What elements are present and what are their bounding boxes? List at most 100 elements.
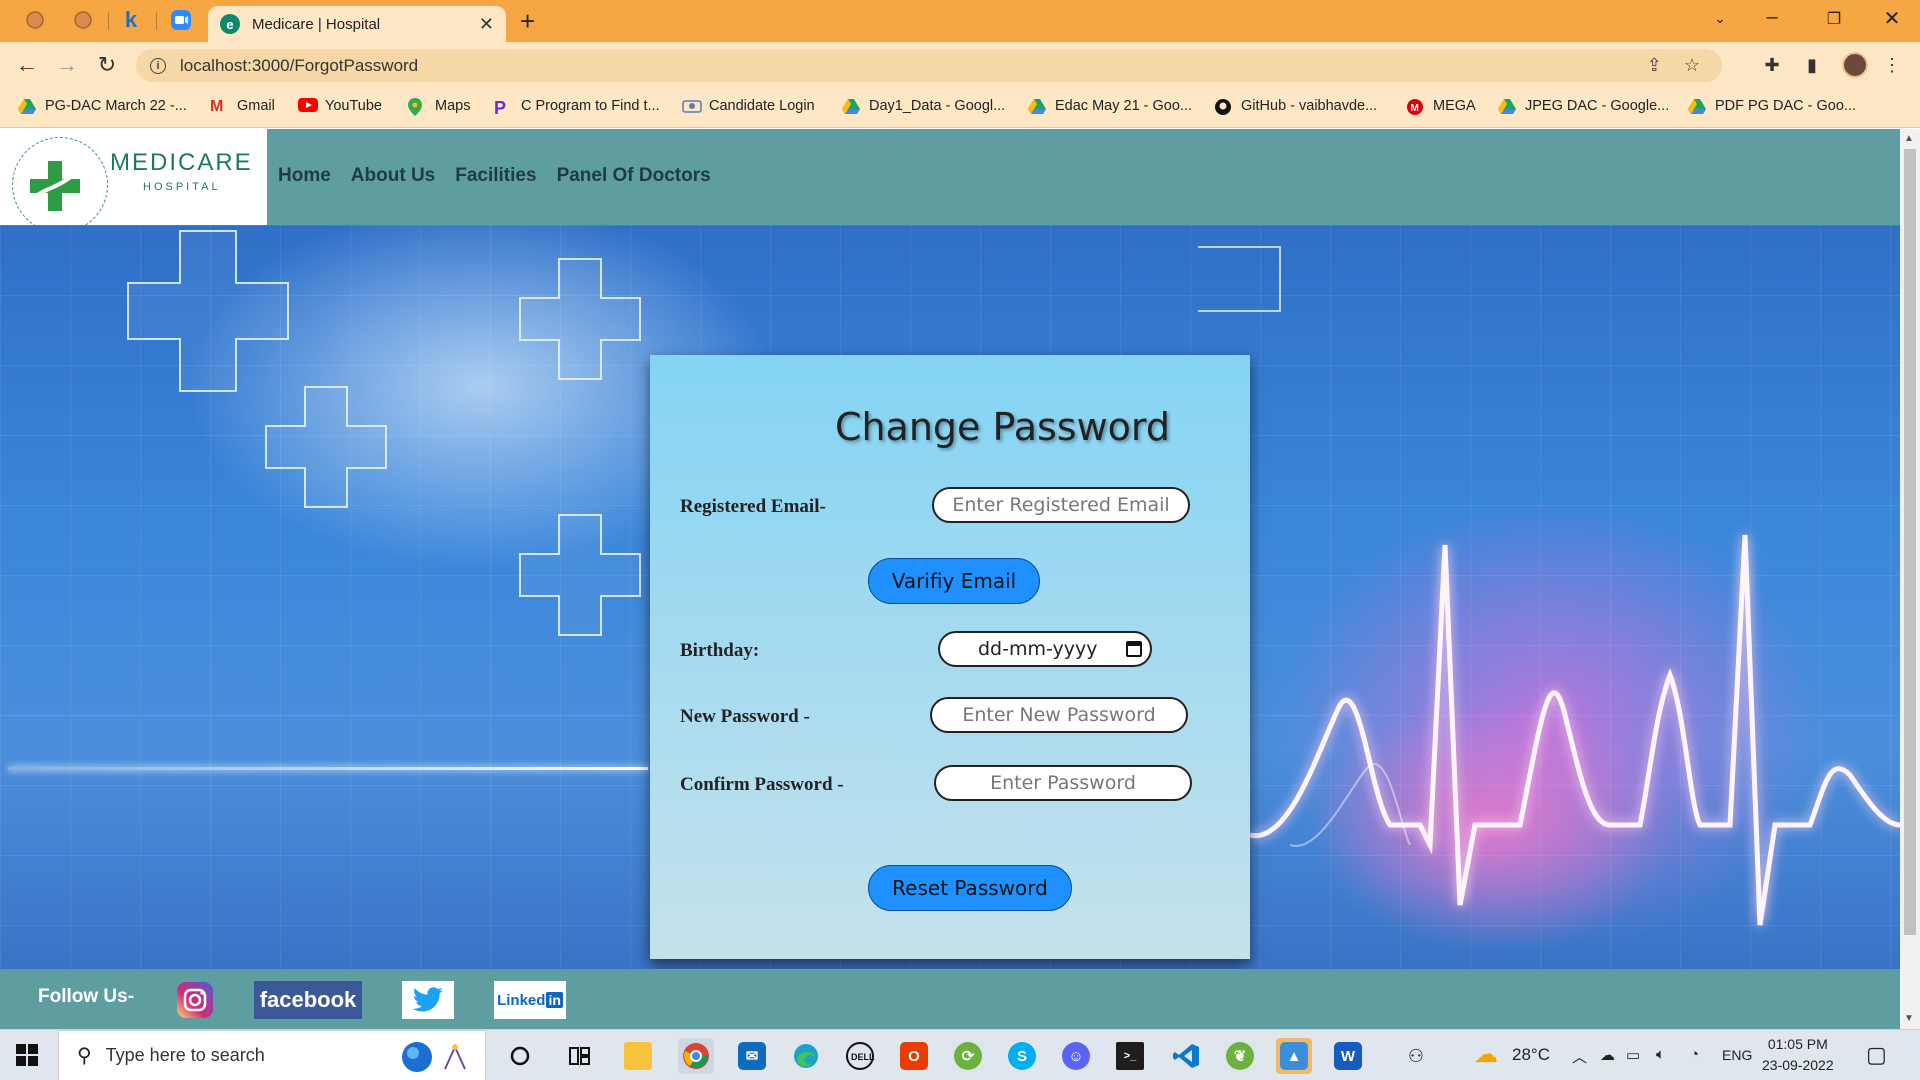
back-arrow-icon[interactable]: ← xyxy=(12,50,42,80)
page-scrollbar[interactable]: ▲ ▼ xyxy=(1900,129,1920,1029)
volume-icon[interactable]: 🔈︎ xyxy=(1656,1046,1665,1063)
window-close-icon[interactable]: ✕ xyxy=(1872,6,1912,31)
hero-background: Change Password Registered Email- Enter … xyxy=(0,225,1900,969)
battery-icon[interactable]: ▭ xyxy=(1626,1046,1640,1064)
input-language[interactable]: ENG xyxy=(1722,1047,1752,1063)
office-icon[interactable]: O xyxy=(896,1038,932,1074)
bookmark-item[interactable]: Day1_Data - Googl... xyxy=(842,98,1005,114)
onedrive-icon[interactable]: ☁ xyxy=(1600,1046,1615,1064)
mail-icon[interactable]: ✉ xyxy=(734,1038,770,1074)
bookmark-item[interactable]: PDF PG DAC - Goo... xyxy=(1688,98,1856,114)
url-text[interactable]: localhost:3000/ForgotPassword xyxy=(180,56,1647,76)
address-bar[interactable]: i localhost:3000/ForgotPassword ⇪ ☆ xyxy=(136,49,1722,82)
scroll-up-arrow-icon[interactable]: ▲ xyxy=(1904,133,1914,144)
reload-icon[interactable]: ↻ xyxy=(92,50,122,80)
task-view-icon[interactable] xyxy=(562,1038,598,1074)
bookmark-label: MEGA xyxy=(1433,98,1476,114)
nav-about-us[interactable]: About Us xyxy=(351,165,435,187)
confirm-password-input[interactable]: Enter Password xyxy=(934,765,1192,801)
spring-boot-icon[interactable]: ❦ xyxy=(1222,1038,1258,1074)
new-tab-icon[interactable]: + xyxy=(520,8,535,34)
registered-email-label: Registered Email- xyxy=(680,496,826,517)
edge-icon[interactable] xyxy=(788,1038,824,1074)
file-explorer-icon[interactable] xyxy=(620,1038,656,1074)
birthday-date-input[interactable]: dd-mm-yyyy xyxy=(938,631,1152,667)
discord-icon[interactable]: ☺ xyxy=(1058,1038,1094,1074)
bookmark-item[interactable]: M Gmail xyxy=(210,98,275,115)
spring-tool-icon[interactable]: ⟳ xyxy=(950,1038,986,1074)
twitter-icon[interactable] xyxy=(402,981,454,1019)
scroll-down-arrow-icon[interactable]: ▼ xyxy=(1904,1013,1914,1024)
pinned-tab-icon[interactable] xyxy=(24,9,46,31)
hospital-logo[interactable]: MEDICARE HOSPITAL xyxy=(0,129,267,233)
side-panel-icon[interactable]: ▮ xyxy=(1800,53,1824,77)
bookmark-item[interactable]: PG-DAC March 22 -... xyxy=(18,98,187,114)
nav-home[interactable]: Home xyxy=(278,165,331,187)
profile-avatar[interactable] xyxy=(1842,52,1868,78)
instagram-icon[interactable] xyxy=(176,981,214,1019)
linkedin-link[interactable]: Linked in xyxy=(494,981,566,1019)
calendar-icon[interactable] xyxy=(1126,641,1142,657)
restore-icon[interactable]: ❐ xyxy=(1814,9,1854,29)
weather-icon[interactable]: ☁ xyxy=(1474,1040,1498,1069)
taskbar-clock[interactable]: 01:05 PM 23-09-2022 xyxy=(1762,1034,1834,1076)
confirm-password-label: Confirm Password - xyxy=(680,774,844,795)
bookmark-item[interactable]: P C Program to Find t... xyxy=(494,98,660,118)
chrome-taskbar-icon[interactable] xyxy=(678,1038,714,1074)
svg-text:M: M xyxy=(1411,103,1419,114)
browser-menu-icon[interactable]: ⋮ xyxy=(1880,53,1904,77)
nav-facilities[interactable]: Facilities xyxy=(455,165,536,187)
bookmark-star-icon[interactable]: ☆ xyxy=(1684,55,1700,76)
new-password-input[interactable]: Enter New Password xyxy=(930,697,1188,733)
photos-icon[interactable]: ▲ xyxy=(1276,1038,1312,1074)
windows-start-icon[interactable] xyxy=(16,1044,38,1066)
tray-chevron-up-icon[interactable]: ︿ xyxy=(1572,1046,1587,1067)
nav-panel-of-doctors[interactable]: Panel Of Doctors xyxy=(557,165,711,187)
svg-text:DELL: DELL xyxy=(851,1052,875,1062)
reset-password-button[interactable]: Reset Password xyxy=(868,865,1072,911)
site-info-icon[interactable]: i xyxy=(150,57,166,74)
minimize-icon[interactable]: – xyxy=(1752,6,1792,29)
bookmark-item[interactable]: GitHub - vaibhavde... xyxy=(1214,98,1377,115)
word-icon[interactable]: W xyxy=(1330,1038,1366,1074)
k-app-tab-icon[interactable]: k xyxy=(120,7,142,32)
web-page: MEDICARE HOSPITAL Home About Us Faciliti… xyxy=(0,129,1900,1029)
wifi-icon[interactable]: ◔ xyxy=(1690,1046,1699,1063)
follow-us-label: Follow Us- xyxy=(38,986,135,1007)
cortana-icon[interactable] xyxy=(502,1038,538,1074)
share-icon[interactable]: ⇪ xyxy=(1647,55,1662,76)
facebook-link[interactable]: facebook xyxy=(254,981,362,1019)
bookmark-label: Candidate Login xyxy=(709,98,815,114)
tab-search-chevron-icon[interactable]: ⌄ xyxy=(1700,10,1740,27)
google-drive-icon xyxy=(1498,98,1516,114)
terminal-icon[interactable]: >_ xyxy=(1112,1038,1148,1074)
forward-arrow-icon[interactable]: → xyxy=(52,50,82,80)
weather-temperature[interactable]: 28°C xyxy=(1512,1045,1550,1065)
bookmark-label: Maps xyxy=(435,98,471,114)
bookmark-item[interactable]: JPEG DAC - Google... xyxy=(1498,98,1669,114)
people-icon[interactable]: ⚇ xyxy=(1398,1038,1434,1074)
verify-email-button[interactable]: Varifiy Email xyxy=(868,558,1040,604)
bookmark-item[interactable]: Candidate Login xyxy=(682,98,815,114)
bookmark-item[interactable]: YouTube xyxy=(298,98,382,114)
extensions-puzzle-icon[interactable]: ✚ xyxy=(1760,53,1784,77)
browser-toolbar: ← → ↻ i localhost:3000/ForgotPassword ⇪ … xyxy=(0,42,1920,88)
taskbar-search-box[interactable]: ⚲ Type here to search xyxy=(58,1030,486,1080)
close-tab-icon[interactable]: ✕ xyxy=(479,14,494,35)
bookmark-item[interactable]: M MEGA xyxy=(1406,98,1476,115)
notification-center-icon[interactable]: ▢ xyxy=(1866,1042,1887,1068)
browser-tab-bar: k e Medicare | Hospital ✕ + ⌄ – ❐ ✕ xyxy=(0,0,1920,42)
vscode-icon[interactable] xyxy=(1168,1038,1204,1074)
scrollbar-thumb[interactable] xyxy=(1904,149,1916,935)
zoom-tab-icon[interactable] xyxy=(170,9,192,31)
bookmark-item[interactable]: Edac May 21 - Goo... xyxy=(1028,98,1192,114)
tab-medicare-hospital[interactable]: e Medicare | Hospital ✕ xyxy=(208,6,506,42)
tab-title: Medicare | Hospital xyxy=(252,15,381,33)
pinned-tab-icon[interactable] xyxy=(72,9,94,31)
nav-links: Home About Us Facilities Panel Of Doctor… xyxy=(278,165,711,187)
bookmark-item[interactable]: Maps xyxy=(408,98,471,116)
skype-icon[interactable]: S xyxy=(1004,1038,1040,1074)
candidate-login-icon xyxy=(682,98,702,114)
dell-icon[interactable]: DELL xyxy=(842,1038,878,1074)
registered-email-input[interactable]: Enter Registered Email xyxy=(932,487,1190,523)
